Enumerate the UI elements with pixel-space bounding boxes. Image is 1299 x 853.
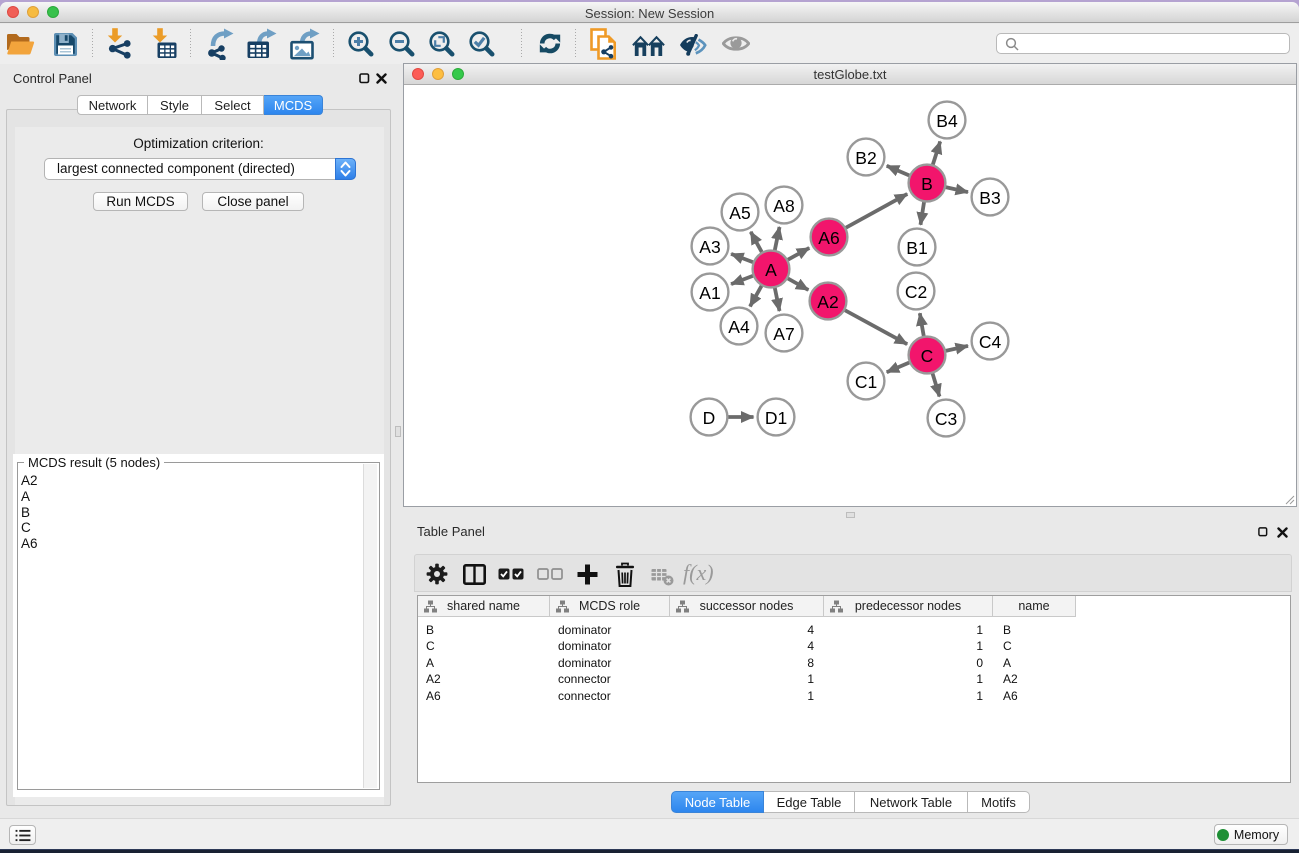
svg-text:A4: A4: [728, 317, 750, 337]
svg-text:A6: A6: [818, 228, 839, 248]
svg-text:A3: A3: [699, 237, 720, 257]
svg-text:A: A: [765, 260, 777, 280]
svg-text:D: D: [703, 408, 716, 428]
svg-text:A5: A5: [729, 203, 750, 223]
svg-text:B2: B2: [855, 148, 876, 168]
svg-text:C2: C2: [905, 282, 927, 302]
svg-text:C4: C4: [979, 332, 1002, 352]
svg-text:B: B: [921, 174, 933, 194]
svg-text:A7: A7: [773, 324, 794, 344]
svg-text:C3: C3: [935, 409, 957, 429]
svg-text:A8: A8: [773, 196, 794, 216]
svg-text:D1: D1: [765, 408, 787, 428]
svg-text:A2: A2: [817, 292, 838, 312]
svg-text:B4: B4: [936, 111, 958, 131]
svg-text:A1: A1: [699, 283, 720, 303]
svg-text:B3: B3: [979, 188, 1000, 208]
svg-text:C1: C1: [855, 372, 877, 392]
svg-text:C: C: [921, 346, 934, 366]
svg-text:B1: B1: [906, 238, 927, 258]
